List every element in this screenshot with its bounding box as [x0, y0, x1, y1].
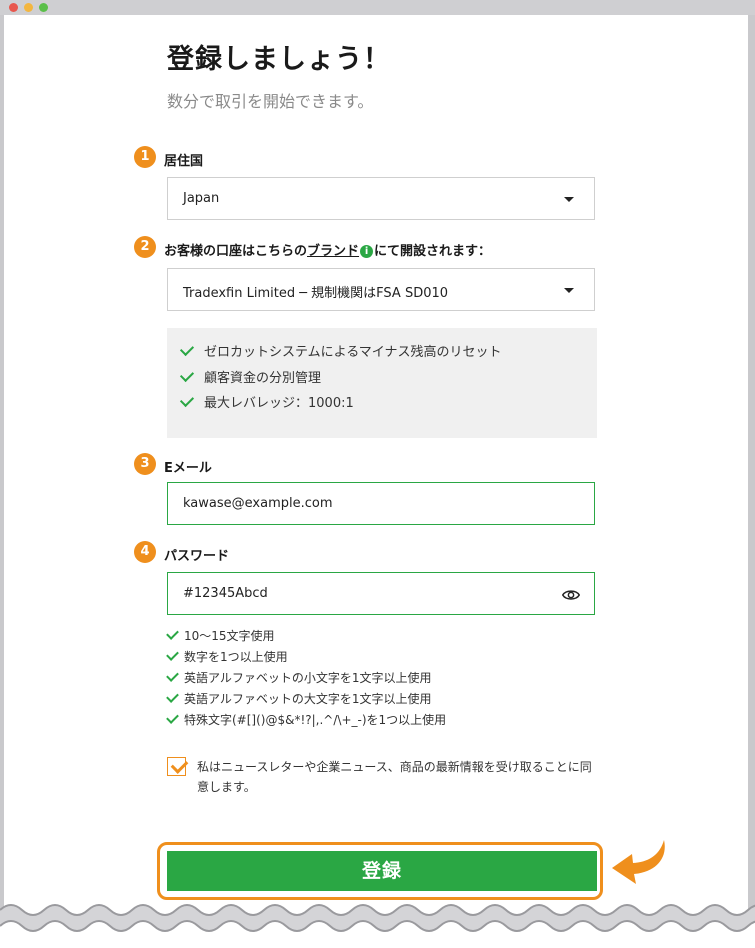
brand-select[interactable]: Tradexfin Limited ─ 規制機関はFSA SD010 [167, 268, 595, 311]
step-badge-3: 3 [134, 453, 156, 475]
newsletter-checkbox[interactable] [167, 756, 189, 776]
register-button[interactable]: 登録 [167, 851, 597, 891]
country-select[interactable]: Japan [167, 177, 595, 220]
page-subtitle: 数分で取引を開始できます。 [167, 92, 374, 111]
password-rules-list: 10～15文字使用 数字を1つ以上使用 英語アルファベットの小文字を1文字以上使… [166, 627, 447, 732]
info-icon[interactable]: i [360, 245, 374, 258]
close-window-button[interactable] [9, 3, 18, 12]
benefit-item: ゼロカットシステムによるマイナス残高のリセット [179, 341, 597, 367]
password-value: #12345Abcd [183, 586, 268, 601]
window-titlebar [0, 0, 755, 15]
benefit-item: 最大レバレッジ：1000:1 [179, 392, 597, 418]
password-rule-text: 英語アルファベットの小文字を1文字以上使用 [184, 671, 432, 685]
newsletter-consent-text: 私はニュースレターや企業ニュース、商品の最新情報を受け取ることに同意します。 [197, 760, 592, 794]
page-title: 登録しましょう！ [167, 44, 391, 75]
brand-benefits-panel: ゼロカットシステムによるマイナス残高のリセット 顧客資金の分別管理 最大レバレッ… [167, 328, 597, 438]
password-rule: 特殊文字(#[]()@$&*!?|,.^/\+_-)を1つ以上使用 [166, 711, 447, 732]
password-rule: 英語アルファベットの大文字を1文字以上使用 [166, 690, 446, 711]
checkmark-icon [170, 756, 189, 774]
brand-label-after: にて開設されます： [374, 244, 492, 259]
minimize-window-button[interactable] [24, 3, 33, 12]
brand-link[interactable]: ブランド [307, 244, 359, 259]
check-icon [179, 341, 195, 357]
brand-label-before: お客様の口座はこちらの [164, 244, 308, 259]
chevron-down-icon [564, 197, 574, 202]
password-rule: 10～15文字使用 [166, 627, 446, 648]
password-rule: 英語アルファベットの小文字を1文字以上使用 [166, 669, 446, 690]
check-icon [166, 648, 179, 661]
check-icon [179, 392, 195, 408]
check-icon [166, 669, 179, 682]
password-rule: 数字を1つ以上使用 [166, 648, 446, 669]
password-rule-text: 特殊文字(#[]()@$&*!?|,.^/\+_-)を1つ以上使用 [184, 713, 447, 727]
brand-label: お客様の口座はこちらのブランド i にて開設されます： [164, 240, 491, 259]
benefit-text: 最大レバレッジ：1000:1 [204, 396, 354, 411]
country-label: 居住国 [164, 154, 204, 169]
eye-icon[interactable] [562, 586, 580, 604]
password-field[interactable]: #12345Abcd [167, 572, 595, 615]
country-value: Japan [183, 191, 220, 206]
brand-value: Tradexfin Limited ─ 規制機関はFSA SD010 [183, 286, 449, 301]
password-rule-text: 英語アルファベットの大文字を1文字以上使用 [184, 692, 432, 706]
torn-edge-decoration [0, 904, 755, 948]
check-icon [179, 367, 195, 382]
benefit-text: 顧客資金の分別管理 [204, 370, 322, 386]
step-badge-4: 4 [134, 541, 156, 563]
check-icon [166, 627, 179, 640]
benefit-text: ゼロカットシステムによるマイナス残高のリセット [204, 345, 502, 360]
email-label: Eメール [164, 461, 212, 476]
browser-window: 登録しましょう！ 数分で取引を開始できます。 1 居住国 Japan 2 お客様… [4, 15, 748, 948]
password-rule-text: 数字を1つ以上使用 [184, 650, 288, 664]
chevron-down-icon [564, 288, 574, 293]
password-label: パスワード [164, 549, 230, 564]
check-icon [166, 690, 179, 703]
password-rule-text: 10～15文字使用 [184, 629, 275, 643]
pointer-arrow-icon [612, 840, 665, 884]
benefit-item: 顧客資金の分別管理 [179, 367, 597, 393]
step-badge-2: 2 [134, 236, 156, 258]
email-value: kawase@example.com [183, 496, 333, 511]
check-icon [166, 711, 179, 724]
email-field[interactable]: kawase@example.com [167, 482, 595, 525]
step-badge-1: 1 [134, 146, 156, 168]
maximize-window-button[interactable] [39, 3, 48, 12]
